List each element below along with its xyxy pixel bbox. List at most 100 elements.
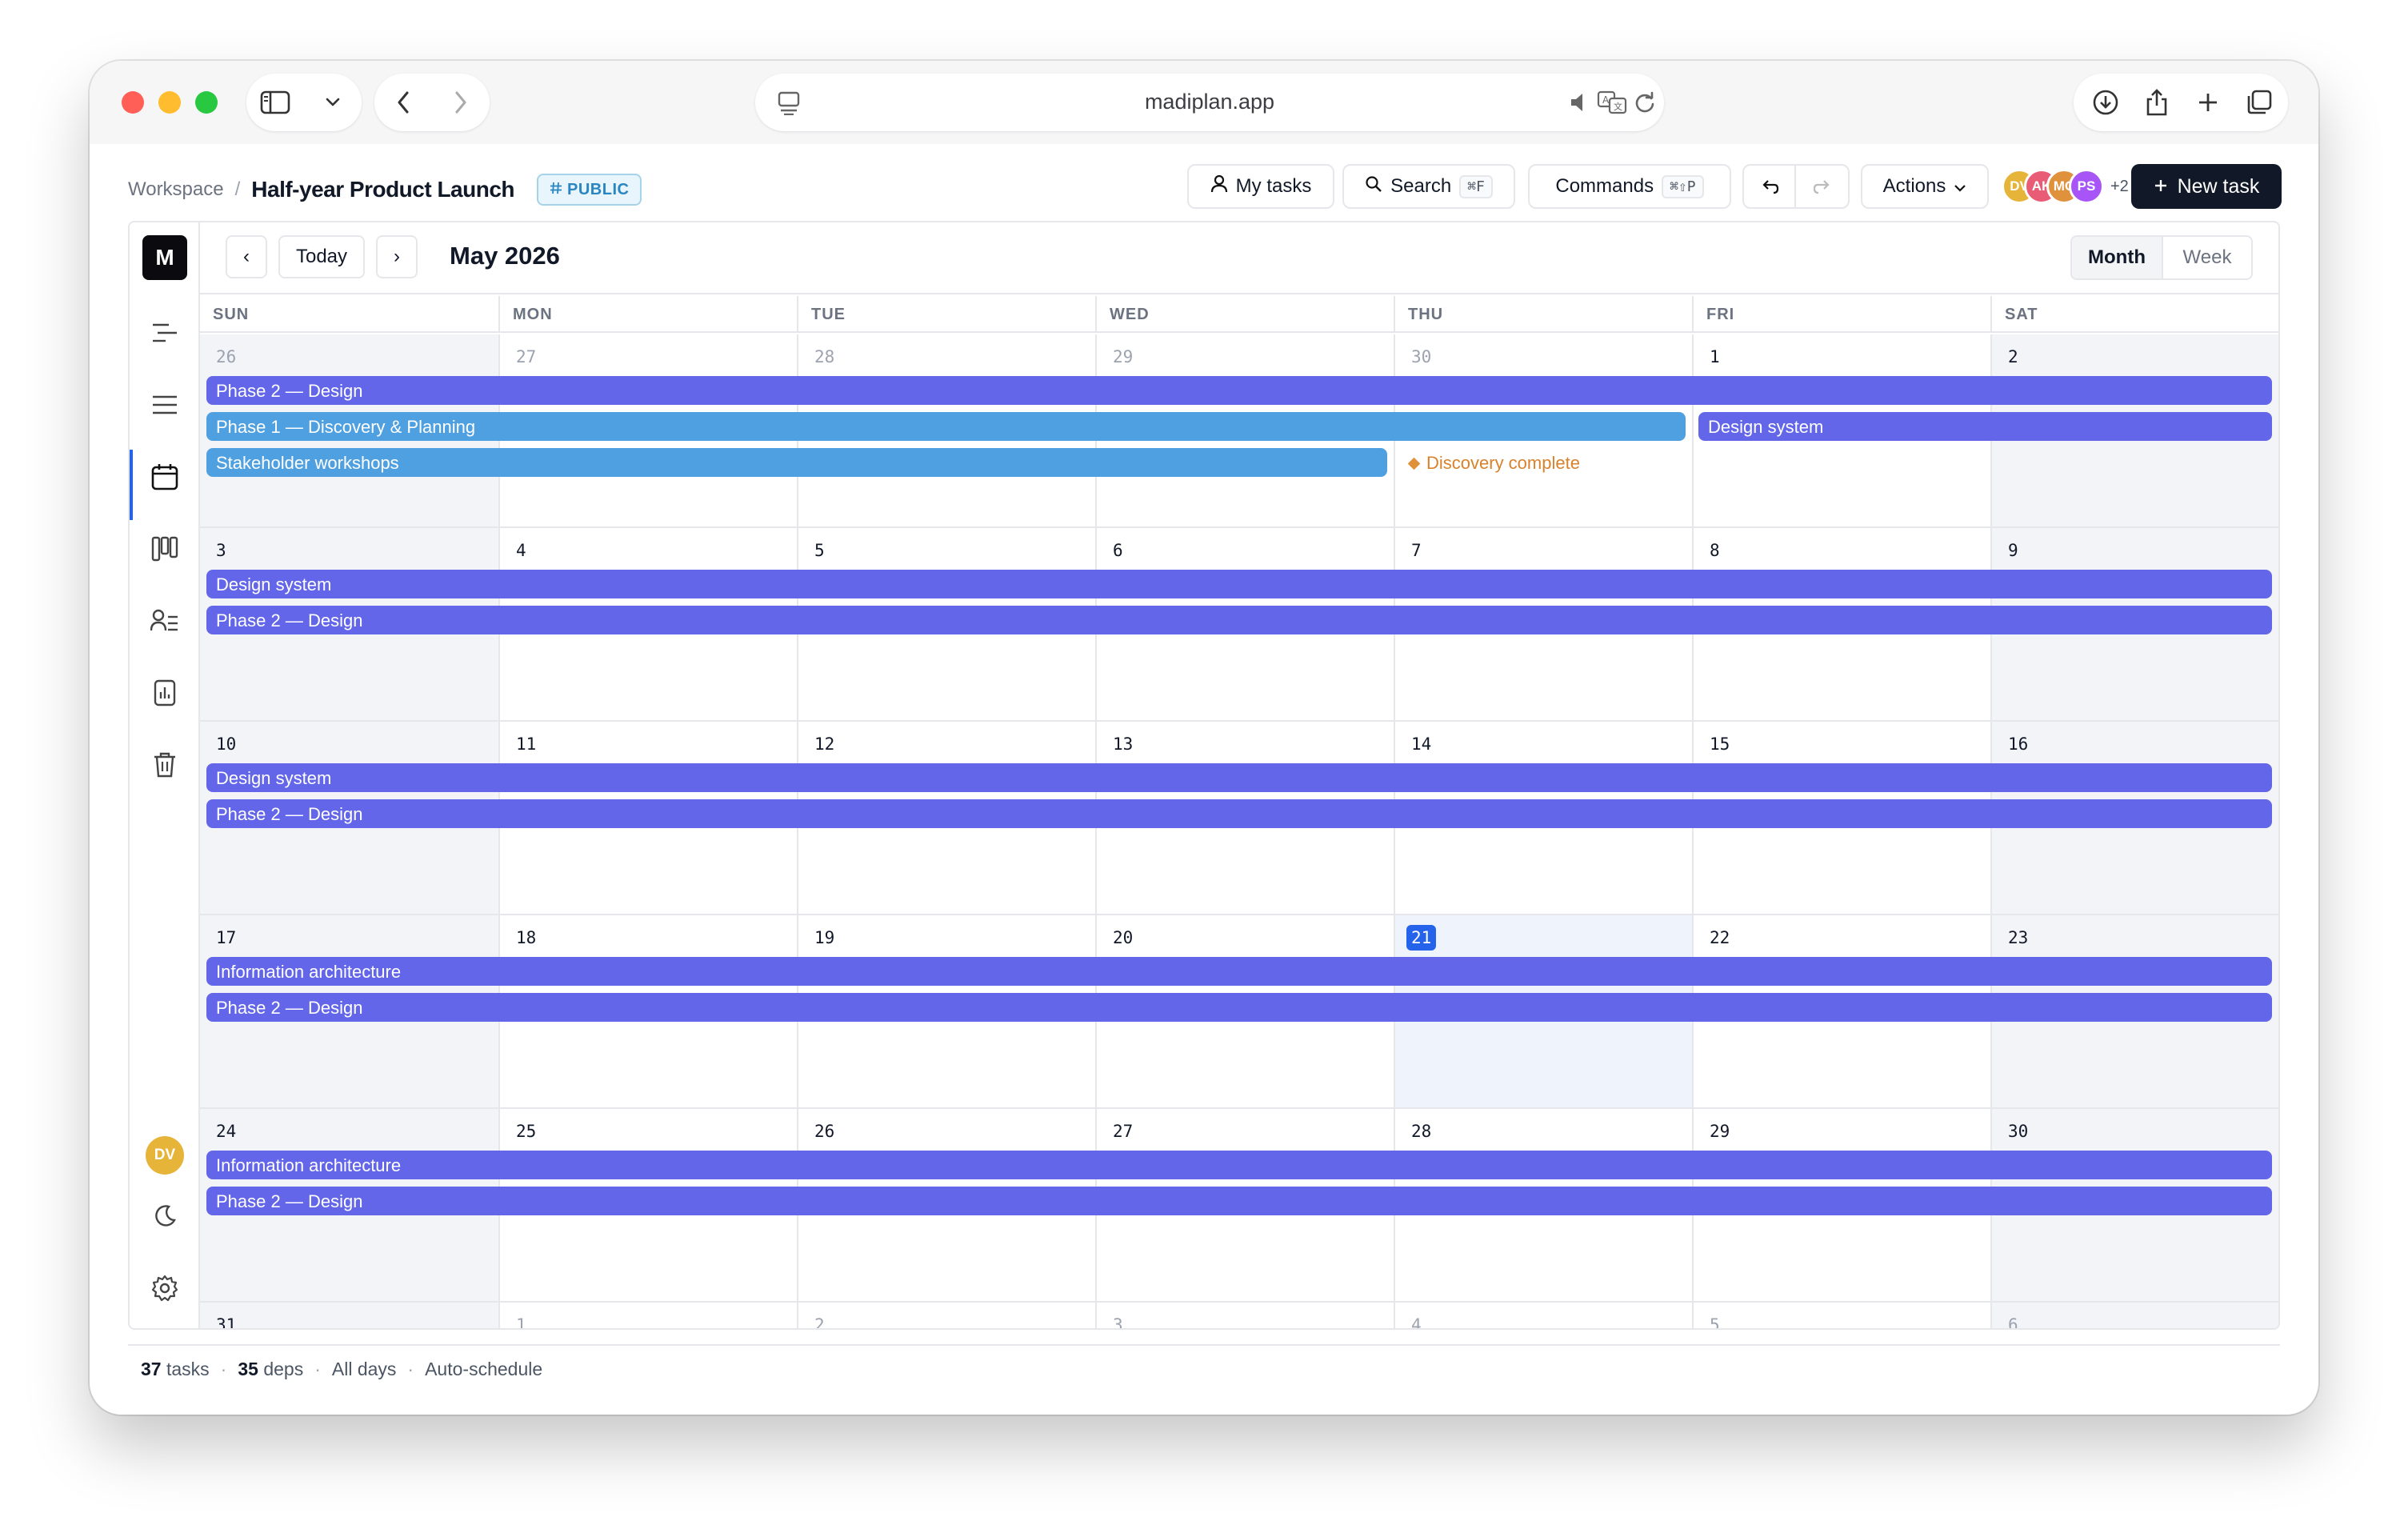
list-icon[interactable] — [147, 387, 182, 422]
event-bar[interactable]: Phase 2 — Design — [206, 993, 2272, 1022]
day-cell[interactable]: 5 — [1692, 1303, 1990, 1328]
task-count: 37 tasks — [141, 1359, 210, 1379]
new-tab-icon[interactable] — [2182, 74, 2234, 131]
event-bar[interactable]: Phase 2 — Design — [206, 799, 2272, 828]
weekday-label: WED — [1095, 296, 1394, 333]
event-bar[interactable]: Phase 2 — Design — [206, 1187, 2272, 1215]
date-number: 3 — [216, 541, 226, 560]
milestone-marker[interactable]: Discovery complete — [1407, 453, 1580, 474]
tab-overview-icon[interactable] — [2234, 74, 2285, 131]
date-number: 26 — [216, 347, 237, 366]
day-cell[interactable]: 3 — [1095, 1303, 1394, 1328]
event-bar[interactable]: Information architecture — [206, 1151, 2272, 1179]
date-number: 26 — [814, 1122, 835, 1141]
back-arrow-icon[interactable] — [374, 74, 432, 131]
avatar-overflow-count: +2 — [2110, 177, 2129, 195]
people-icon[interactable] — [147, 603, 182, 638]
undo-icon[interactable] — [1744, 166, 1797, 207]
user-avatar[interactable]: DV — [146, 1136, 184, 1175]
breadcrumb-separator: / — [234, 178, 241, 200]
undo-redo-group — [1742, 164, 1850, 209]
date-number: 10 — [216, 734, 237, 754]
project-title[interactable]: Half-year Product Launch — [251, 177, 514, 202]
board-icon[interactable] — [147, 531, 182, 566]
close-window-button[interactable] — [122, 91, 144, 114]
week-row: 31 1 2 3 4 5 6 — [200, 1303, 2278, 1330]
my-tasks-button[interactable]: My tasks — [1187, 164, 1334, 209]
date-number: 23 — [2008, 928, 2029, 947]
month-title: May 2026 — [450, 242, 560, 270]
speaker-icon[interactable] — [1570, 91, 1589, 114]
date-number: 7 — [1411, 541, 1422, 560]
commands-button[interactable]: Commands ⌘⇧P — [1528, 164, 1731, 209]
search-button[interactable]: Search ⌘F — [1342, 164, 1515, 209]
plus-icon — [2154, 175, 2168, 198]
week-row: 24 25 26 27 28 29 30 Information architecture Ph… — [200, 1109, 2278, 1303]
status-separator: · — [314, 1359, 321, 1379]
report-icon[interactable] — [147, 675, 182, 710]
minimize-window-button[interactable] — [158, 91, 181, 114]
collaborator-avatars[interactable]: DV AK MC PS +2 — [2002, 167, 2129, 206]
translate-icon[interactable]: A文 — [1597, 90, 1627, 115]
sidebar-icon[interactable] — [246, 74, 304, 131]
calendar-toolbar: ‹ Today › May 2026 Month Week — [200, 222, 2278, 294]
diamond-icon — [1407, 457, 1421, 470]
breadcrumb-workspace[interactable]: Workspace — [128, 178, 224, 201]
event-bar[interactable]: Phase 1 — Discovery & Planning — [206, 412, 1686, 441]
trash-icon[interactable] — [147, 747, 182, 783]
actions-dropdown[interactable]: Actions — [1861, 164, 1989, 209]
auto-schedule-toggle[interactable]: Auto-schedule — [425, 1359, 542, 1380]
date-number: 27 — [516, 347, 537, 366]
weekday-label: MON — [498, 296, 797, 333]
chevron-down-icon[interactable] — [304, 74, 362, 131]
zoom-window-button[interactable] — [195, 91, 218, 114]
forward-arrow-icon[interactable] — [432, 74, 490, 131]
my-tasks-label: My tasks — [1235, 175, 1312, 197]
url-text: madiplan.app — [1144, 90, 1275, 114]
event-bar[interactable]: Design system — [206, 570, 2272, 598]
month-view-tab[interactable]: Month — [2072, 237, 2162, 278]
weekday-label: THU — [1394, 296, 1692, 333]
event-bar[interactable]: Phase 2 — Design — [206, 606, 2272, 634]
previous-month-button[interactable]: ‹ — [226, 235, 267, 278]
days-filter[interactable]: All days — [332, 1359, 397, 1380]
event-bar[interactable]: Phase 2 — Design — [206, 376, 2272, 405]
today-button[interactable]: Today — [278, 235, 365, 278]
event-bar[interactable]: Design system — [1698, 412, 2272, 441]
new-task-button[interactable]: New task — [2131, 164, 2282, 209]
date-number: 13 — [1113, 734, 1134, 754]
gear-icon[interactable] — [147, 1271, 182, 1306]
day-cell[interactable]: 31 — [200, 1303, 498, 1330]
day-cell[interactable]: 4 — [1394, 1303, 1692, 1328]
sidebar-toggle-group — [246, 74, 362, 131]
date-number: 1 — [516, 1315, 526, 1330]
dark-mode-icon[interactable] — [147, 1199, 182, 1234]
weekday-label: SUN — [213, 306, 250, 323]
outline-icon[interactable] — [147, 315, 182, 350]
app-logo[interactable]: M — [142, 235, 187, 280]
day-cell[interactable]: 1 — [498, 1303, 797, 1330]
date-number: 24 — [216, 1122, 237, 1141]
date-number: 9 — [2008, 541, 2018, 560]
visibility-badge[interactable]: PUBLIC — [537, 174, 642, 206]
date-number: 20 — [1113, 928, 1134, 947]
app-sidebar: M DV — [130, 222, 200, 1328]
redo-icon[interactable] — [1796, 166, 1848, 207]
day-cell[interactable]: 2 — [797, 1303, 1095, 1328]
date-number: 6 — [1113, 541, 1123, 560]
download-icon[interactable] — [2080, 74, 2131, 131]
event-bar[interactable]: Information architecture — [206, 957, 2272, 986]
next-month-button[interactable]: › — [376, 235, 418, 278]
event-bar[interactable]: Stakeholder workshops — [206, 448, 1387, 477]
address-bar[interactable]: madiplan.app A文 — [755, 74, 1664, 131]
date-number: 14 — [1411, 734, 1432, 754]
date-number: 31 — [216, 1315, 237, 1330]
status-separator: · — [220, 1359, 227, 1379]
event-bar[interactable]: Design system — [206, 763, 2272, 792]
day-cell[interactable]: 6 — [1990, 1303, 2278, 1328]
reload-icon[interactable] — [1634, 91, 1656, 114]
share-icon[interactable] — [2131, 74, 2182, 131]
week-view-tab[interactable]: Week — [2162, 237, 2251, 278]
calendar-icon[interactable] — [147, 459, 182, 494]
month-grid: SUN MON TUE WED THU FRI SAT 26 27 28 29 30 1 2 Phase … — [200, 296, 2278, 1328]
